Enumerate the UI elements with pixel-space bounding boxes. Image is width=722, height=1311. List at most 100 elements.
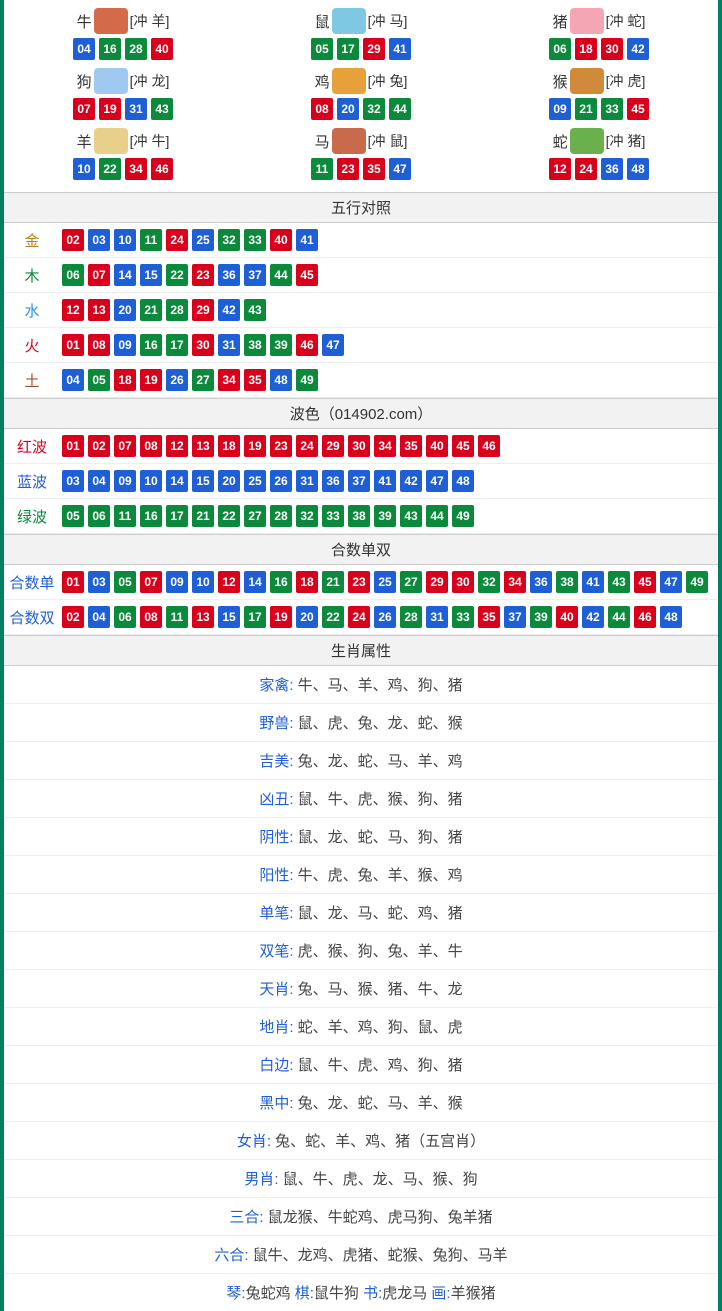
number-ball: 05 <box>114 571 136 593</box>
number-ball: 38 <box>556 571 578 593</box>
attr-line: 吉美: 兔、龙、蛇、马、羊、鸡 <box>4 742 718 780</box>
number-ball: 32 <box>296 505 318 527</box>
attr-line: 白边: 鼠、牛、虎、鸡、狗、猪 <box>4 1046 718 1084</box>
number-ball: 41 <box>296 229 318 251</box>
table-row: 金02031011242532334041 <box>4 223 718 258</box>
number-ball: 03 <box>88 571 110 593</box>
number-ball: 27 <box>244 505 266 527</box>
zodiac-icon <box>570 8 604 34</box>
attr-value: 兔、蛇、羊、鸡、猪（五宫肖） <box>275 1133 485 1150</box>
table-row: 水1213202128294243 <box>4 293 718 328</box>
number-ball: 04 <box>73 38 95 60</box>
number-ball: 28 <box>125 38 147 60</box>
number-ball: 42 <box>218 299 240 321</box>
number-ball: 32 <box>478 571 500 593</box>
zodiac-chong: [冲 龙] <box>130 71 170 91</box>
zodiac-name: 鼠 <box>315 11 330 32</box>
number-ball: 44 <box>389 98 411 120</box>
number-ball: 13 <box>192 606 214 628</box>
number-ball: 22 <box>218 505 240 527</box>
table-row: 红波0102070812131819232429303435404546 <box>4 429 718 464</box>
number-ball: 48 <box>627 158 649 180</box>
attr-line: 男肖: 鼠、牛、虎、龙、马、猴、狗 <box>4 1160 718 1198</box>
attr-line: 单笔: 鼠、龙、马、蛇、鸡、猪 <box>4 894 718 932</box>
attr-value: 鼠龙猴、牛蛇鸡、虎马狗、兔羊猪 <box>268 1209 493 1226</box>
zodiac-chong: [冲 猪] <box>606 131 646 151</box>
number-ball: 01 <box>62 334 84 356</box>
number-ball: 30 <box>348 435 370 457</box>
number-ball: 02 <box>88 435 110 457</box>
row-label: 金 <box>8 230 56 251</box>
number-ball: 44 <box>608 606 630 628</box>
number-ball: 31 <box>125 98 147 120</box>
number-ball: 49 <box>296 369 318 391</box>
zodiac-name: 猪 <box>553 11 568 32</box>
number-ball: 15 <box>192 470 214 492</box>
number-ball: 45 <box>452 435 474 457</box>
number-ball: 35 <box>400 435 422 457</box>
number-ball: 17 <box>244 606 266 628</box>
zodiac-cell: 牛[冲 羊]04162840 <box>4 4 242 64</box>
number-ball: 34 <box>374 435 396 457</box>
number-ball: 30 <box>452 571 474 593</box>
attr-line: 黑中: 兔、龙、蛇、马、羊、猴 <box>4 1084 718 1122</box>
number-ball: 45 <box>627 98 649 120</box>
number-ball: 01 <box>62 435 84 457</box>
number-ball: 17 <box>166 505 188 527</box>
number-ball: 20 <box>218 470 240 492</box>
attr-label: 阳性: <box>259 867 297 884</box>
number-ball: 29 <box>363 38 385 60</box>
number-ball: 45 <box>634 571 656 593</box>
number-ball: 04 <box>88 470 110 492</box>
zodiac-name: 牛 <box>77 11 92 32</box>
table-row: 木06071415222336374445 <box>4 258 718 293</box>
row-numbers: 0108091617303138394647 <box>56 334 344 356</box>
number-ball: 12 <box>62 299 84 321</box>
zodiac-cell: 猴[冲 虎]09213345 <box>480 64 718 124</box>
zodiac-cell: 鸡[冲 兔]08203244 <box>242 64 480 124</box>
attr-value: 鼠、牛、虎、猴、狗、猪 <box>298 791 463 808</box>
number-ball: 21 <box>140 299 162 321</box>
number-ball: 28 <box>270 505 292 527</box>
number-ball: 27 <box>400 571 422 593</box>
number-ball: 10 <box>140 470 162 492</box>
footer-label: 画: <box>431 1285 450 1302</box>
number-ball: 30 <box>192 334 214 356</box>
number-ball: 37 <box>244 264 266 286</box>
zodiac-icon <box>570 68 604 94</box>
number-ball: 30 <box>601 38 623 60</box>
number-ball: 05 <box>62 505 84 527</box>
number-ball: 07 <box>88 264 110 286</box>
number-ball: 27 <box>192 369 214 391</box>
number-ball: 22 <box>99 158 121 180</box>
zodiac-numbers: 06183042 <box>482 38 716 60</box>
number-ball: 39 <box>530 606 552 628</box>
table-row: 合数单0103050709101214161821232527293032343… <box>4 565 718 600</box>
number-ball: 23 <box>270 435 292 457</box>
attr-line: 天肖: 兔、马、猴、猪、牛、龙 <box>4 970 718 1008</box>
number-ball: 35 <box>244 369 266 391</box>
number-ball: 03 <box>62 470 84 492</box>
row-label: 火 <box>8 335 56 356</box>
number-ball: 23 <box>348 571 370 593</box>
number-ball: 32 <box>363 98 385 120</box>
number-ball: 32 <box>218 229 240 251</box>
number-ball: 18 <box>218 435 240 457</box>
number-ball: 35 <box>478 606 500 628</box>
zodiac-name: 鸡 <box>315 71 330 92</box>
attr-value: 鼠、虎、兔、龙、蛇、猴 <box>298 715 463 732</box>
footer-value: 鼠牛狗 <box>314 1285 363 1302</box>
number-ball: 26 <box>374 606 396 628</box>
zodiac-chong: [冲 马] <box>368 11 408 31</box>
number-ball: 08 <box>311 98 333 120</box>
row-label: 合数单 <box>8 572 56 593</box>
number-ball: 18 <box>575 38 597 60</box>
number-ball: 06 <box>88 505 110 527</box>
number-ball: 03 <box>88 229 110 251</box>
zodiac-chong: [冲 鼠] <box>368 131 408 151</box>
number-ball: 09 <box>114 334 136 356</box>
row-label: 合数双 <box>8 607 56 628</box>
attr-value: 虎、猴、狗、兔、羊、牛 <box>298 943 463 960</box>
zodiac-name: 马 <box>315 131 330 152</box>
number-ball: 07 <box>73 98 95 120</box>
